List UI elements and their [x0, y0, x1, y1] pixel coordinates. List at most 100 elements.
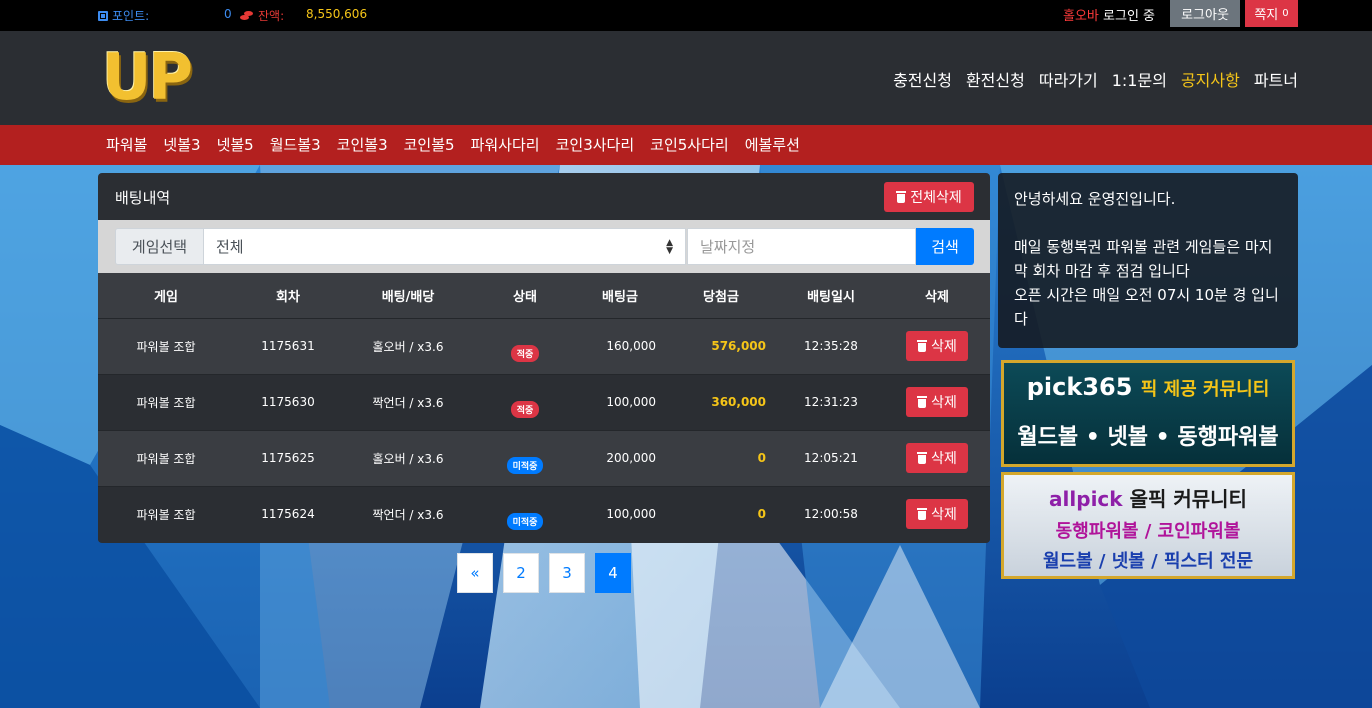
delete-row-button[interactable]: 삭제: [906, 387, 968, 417]
pick365-banner[interactable]: pick365 픽 제공 커뮤니티 월드볼 • 넷볼 • 동행파워볼: [1001, 360, 1295, 467]
banner1-title: pick365 픽 제공 커뮤니티: [1026, 373, 1270, 401]
col-win: 당첨금: [703, 289, 739, 305]
delete-all-button[interactable]: 전체삭제: [884, 182, 974, 212]
nav-withdraw[interactable]: 환전신청: [966, 67, 1025, 91]
cell-amount: 100,000: [606, 507, 656, 522]
page-3[interactable]: 3: [549, 553, 585, 593]
col-amount: 배팅금: [602, 289, 638, 305]
cell-amount: 200,000: [606, 451, 656, 465]
col-delete: 삭제: [925, 289, 949, 305]
allpick-banner[interactable]: allpick 올픽 커뮤니티 동행파워볼 / 코인파워볼 월드볼 / 넷볼 /…: [1001, 472, 1295, 579]
coins-icon: [240, 10, 254, 21]
table-row: 파워볼 조합 1175631 홀오버 / x3.6 적중 160,000 576…: [98, 318, 990, 374]
game-tab-coinball3[interactable]: 코인볼3: [337, 134, 388, 155]
page-4[interactable]: 4: [595, 553, 631, 593]
cell-round: 1175630: [261, 395, 315, 409]
cell-win: 0: [757, 451, 766, 465]
panel-title: 배팅내역: [115, 189, 171, 207]
page-prev[interactable]: «: [457, 553, 493, 593]
col-game: 게임: [154, 289, 178, 305]
game-tab-worldball3[interactable]: 월드볼3: [270, 134, 321, 155]
logo[interactable]: UP: [102, 41, 193, 115]
search-button[interactable]: 검색: [916, 228, 974, 265]
cell-time: 12:35:28: [804, 339, 858, 353]
col-bet: 배팅/배당: [381, 289, 435, 305]
filter-bar: 게임선택 전체 ▲ ▼ 날짜지정 검색: [98, 220, 990, 273]
trash-icon: [917, 452, 928, 464]
delete-row-button[interactable]: 삭제: [906, 443, 968, 473]
status-badge: 미적중: [506, 512, 544, 530]
delete-row-button[interactable]: 삭제: [906, 499, 968, 530]
cell-game: 파워볼 조합: [136, 339, 196, 354]
game-tab-evolution[interactable]: 에볼루션: [745, 134, 800, 155]
main-nav: 충전신청 환전신청 따라가기 1:1문의 공지사항 파트너: [893, 67, 1298, 91]
status-badge: 미적중: [506, 456, 544, 474]
page-2[interactable]: 2: [503, 553, 539, 593]
points-value: 0: [224, 7, 232, 21]
notice-greeting: 안녕하세요 운영진입니다.: [1014, 190, 1176, 208]
cell-game: 파워볼 조합: [136, 507, 196, 522]
bet-history-panel: 배팅내역 전체삭제 게임선택 전체 ▲ ▼ 날짜지정 검색 게임 회차 배팅/배당…: [98, 173, 990, 543]
cell-time: 12:05:21: [804, 451, 858, 465]
balance-label: 잔액:: [240, 7, 284, 24]
game-tab-netball3[interactable]: 넷볼3: [163, 134, 200, 155]
calculator-icon: [98, 10, 108, 21]
bet-table: 게임 회차 배팅/배당 상태 배팅금 당첨금 배팅일시 삭제 파워볼 조합 11…: [98, 273, 990, 542]
banner1-subtitle: 월드볼 • 넷볼 • 동행파워볼: [1017, 425, 1279, 450]
cell-round: 1175631: [261, 339, 315, 353]
message-count: 0: [1282, 8, 1289, 19]
panel-header: 배팅내역 전체삭제: [98, 173, 990, 220]
cell-win: 0: [757, 507, 766, 522]
col-time: 배팅일시: [807, 289, 855, 305]
game-nav: 파워볼 넷볼3 넷볼5 월드볼3 코인볼3 코인볼5 파워사다리 코인3사다리 …: [0, 125, 1372, 165]
trash-icon: [917, 508, 928, 521]
trash-icon: [896, 191, 907, 203]
game-tab-power-ladder[interactable]: 파워사다리: [471, 134, 540, 155]
cell-status: 미적중: [474, 486, 576, 542]
game-tab-coin5-ladder[interactable]: 코인5사다리: [650, 134, 729, 155]
cell-game: 파워볼 조합: [136, 395, 196, 410]
cell-game: 파워볼 조합: [136, 451, 196, 466]
cell-bet: 짝언더 / x3.6: [372, 395, 444, 410]
banner2-line3: 월드볼 / 넷볼 / 픽스터 전문: [1042, 551, 1254, 572]
cell-delete: 삭제: [884, 486, 990, 542]
cell-bet: 짝언더 / x3.6: [372, 507, 444, 522]
col-status: 상태: [513, 289, 537, 305]
game-tab-coinball5[interactable]: 코인볼5: [404, 134, 455, 155]
game-select[interactable]: 전체 ▲ ▼: [203, 228, 686, 265]
cell-round: 1175624: [261, 507, 315, 522]
delete-row-button[interactable]: 삭제: [906, 331, 968, 361]
cell-delete: 삭제: [884, 430, 990, 486]
game-tab-netball5[interactable]: 넷볼5: [217, 134, 254, 155]
pagination: « 2 3 4: [457, 553, 631, 593]
table-row: 파워볼 조합 1175630 짝언더 / x3.6 적중 100,000 360…: [98, 374, 990, 430]
cell-delete: 삭제: [884, 318, 990, 374]
banner2-title: allpick 올픽 커뮤니티: [1049, 487, 1247, 511]
banner2-line2: 동행파워볼 / 코인파워볼: [1055, 521, 1241, 542]
message-button[interactable]: 쪽지 0: [1245, 0, 1298, 27]
cell-amount: 160,000: [606, 339, 656, 353]
date-input[interactable]: 날짜지정: [687, 228, 916, 265]
nav-follow[interactable]: 따라가기: [1039, 67, 1098, 91]
status-badge: 적중: [510, 400, 540, 418]
trash-icon: [917, 396, 928, 408]
nav-deposit[interactable]: 충전신청: [893, 67, 952, 91]
nav-notice[interactable]: 공지사항: [1181, 67, 1240, 91]
table-header-row: 게임 회차 배팅/배당 상태 배팅금 당첨금 배팅일시 삭제: [98, 273, 990, 318]
cell-round: 1175625: [261, 451, 315, 465]
col-round: 회차: [276, 289, 300, 305]
game-select-label: 게임선택: [115, 228, 204, 265]
login-status: 홀오바 로그인 중: [1063, 9, 1156, 24]
username: 홀오바: [1063, 9, 1099, 24]
logout-button[interactable]: 로그아웃: [1170, 0, 1240, 27]
balance-value: 8,550,606: [306, 7, 368, 21]
game-tab-coin3-ladder[interactable]: 코인3사다리: [556, 134, 635, 155]
game-tab-powerball[interactable]: 파워볼: [106, 134, 147, 155]
cell-time: 12:31:23: [804, 395, 858, 409]
cell-delete: 삭제: [884, 374, 990, 430]
notice-box: 안녕하세요 운영진입니다. 매일 동행복권 파워볼 관련 게임들은 마지막 회차…: [998, 173, 1298, 348]
header: UP 충전신청 환전신청 따라가기 1:1문의 공지사항 파트너: [0, 31, 1372, 125]
nav-inquiry[interactable]: 1:1문의: [1112, 67, 1167, 91]
nav-partner[interactable]: 파트너: [1254, 67, 1298, 91]
status-badge: 적중: [510, 344, 540, 362]
